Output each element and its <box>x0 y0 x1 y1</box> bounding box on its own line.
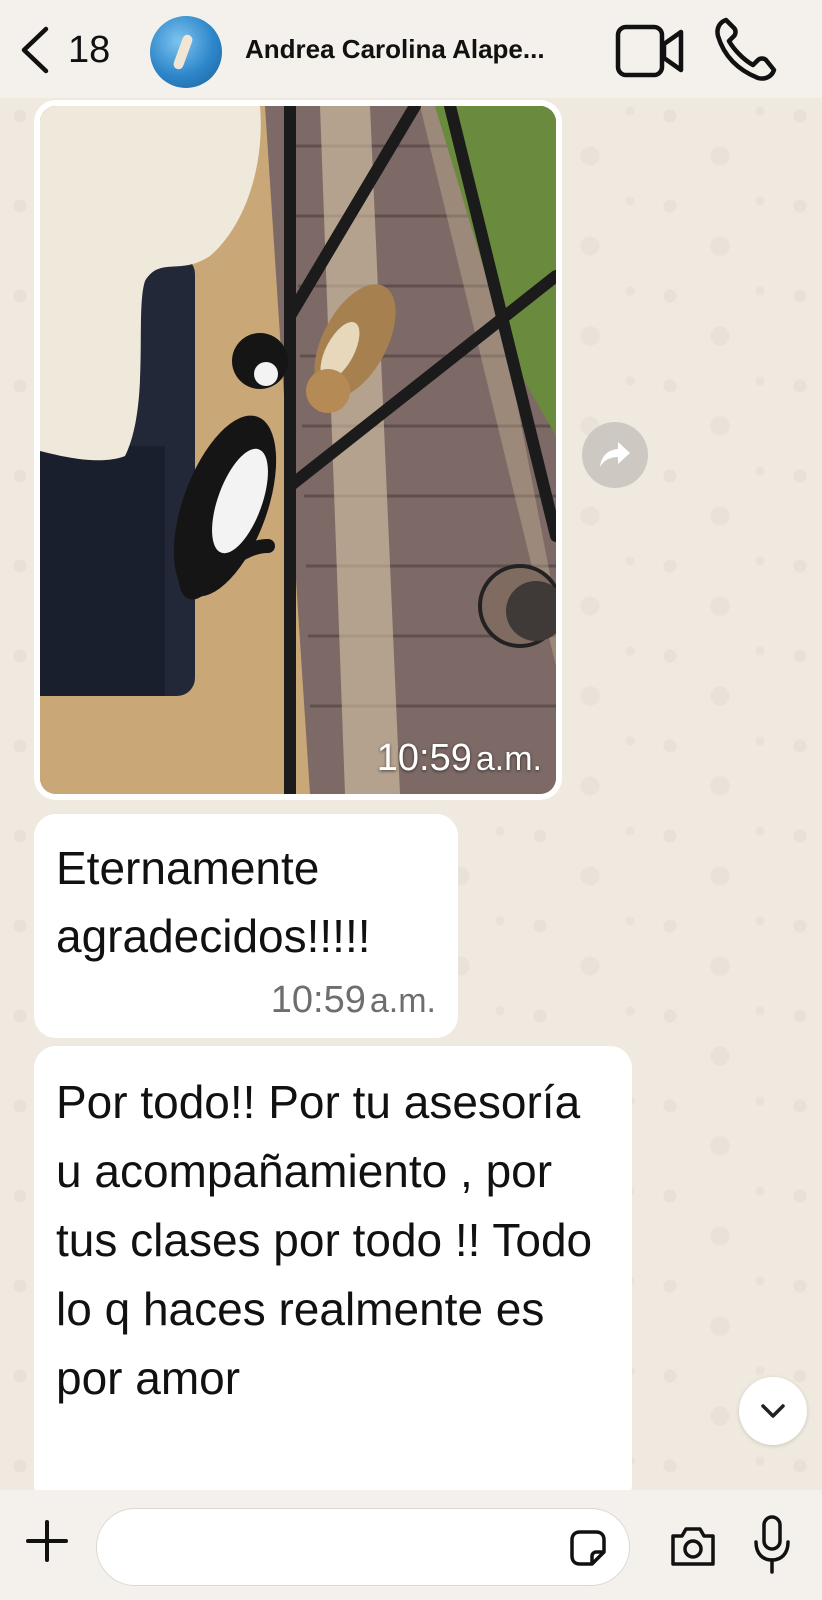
sticker-icon[interactable] <box>566 1526 610 1570</box>
chevron-down-icon <box>761 1404 785 1418</box>
message-text: Por todo!! Por tu asesoría u acompañamie… <box>56 1076 593 1404</box>
chevron-left-icon <box>21 26 49 74</box>
forward-button[interactable] <box>582 422 648 488</box>
photo-image <box>40 106 556 794</box>
plus-icon[interactable] <box>22 1516 72 1566</box>
forward-arrow-icon <box>600 442 630 467</box>
cats-photo[interactable]: 10:59 a.m. <box>40 106 556 794</box>
avatar[interactable] <box>150 16 222 88</box>
phone-call-icon[interactable] <box>712 14 778 84</box>
message-bubble[interactable]: Eternamente agradecidos!!!!! 10:59 a.m. <box>34 814 458 1038</box>
contact-name[interactable]: Andrea Carolina Alape... <box>245 34 545 65</box>
scroll-to-bottom-button[interactable] <box>739 1377 807 1445</box>
microphone-icon[interactable] <box>752 1514 792 1576</box>
image-time-ampm: a.m. <box>475 740 542 778</box>
message-timestamp: 10:59 a.m. <box>271 979 436 1022</box>
image-time: 10:59 <box>376 737 472 779</box>
unread-count: 18 <box>68 28 111 71</box>
message-time-ampm: a.m. <box>369 982 436 1020</box>
composer-bar <box>0 1490 822 1600</box>
chat-header: 18 Andrea Carolina Alape... <box>0 0 822 98</box>
message-bubble[interactable]: Por todo!! Por tu asesoría u acompañamie… <box>34 1046 632 1506</box>
image-timestamp: 10:59 a.m. <box>377 737 542 780</box>
image-message-bubble[interactable]: 10:59 a.m. <box>34 100 562 800</box>
camera-icon[interactable] <box>668 1524 718 1568</box>
message-time: 10:59 <box>270 979 366 1021</box>
video-call-icon[interactable] <box>615 22 685 80</box>
back-button[interactable]: 18 <box>18 22 128 78</box>
message-input[interactable] <box>96 1508 630 1586</box>
message-text: Eternamente agradecidos!!!!! <box>56 842 371 962</box>
